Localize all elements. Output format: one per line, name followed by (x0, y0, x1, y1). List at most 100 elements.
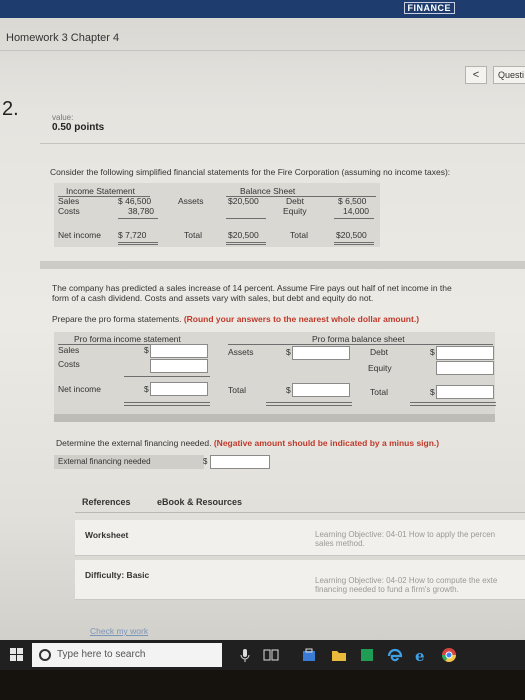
pf-ta-double-rule-2 (266, 405, 352, 406)
svg-text:e: e (415, 647, 425, 664)
pf-net-income-input[interactable] (150, 382, 208, 396)
pf-debt-currency: $ (430, 347, 435, 357)
question-menu-button[interactable]: Questi (493, 66, 525, 84)
pf-costs-underline (124, 376, 210, 377)
total-liabilities-label: Total (290, 230, 308, 240)
pf-total-liab-currency: $ (430, 387, 435, 397)
debt-value: $ 6,500 (338, 196, 367, 206)
assignment-title: Homework 3 Chapter 4 (6, 32, 120, 44)
question-number: 2. (2, 98, 19, 120)
pf-equity-input[interactable] (436, 361, 494, 375)
tab-ebook-resources[interactable]: eBook & Resources (157, 497, 242, 507)
income-statement-title: Income Statement (66, 186, 135, 196)
store-icon[interactable] (300, 646, 318, 664)
equity-label: Equity (283, 206, 307, 216)
assets-double-rule-2 (226, 244, 266, 245)
costs-underline (118, 218, 158, 219)
check-my-work-link[interactable]: Check my work (90, 626, 148, 636)
given-statements-table: Income Statement Balance Sheet Sales $ 4… (54, 183, 380, 247)
efn-note: (Negative amount should be indicated by … (213, 438, 440, 448)
efn-question-main: Determine the external financing needed. (56, 438, 212, 448)
instruction-text: Prepare the pro forma statements. (Round… (52, 314, 419, 324)
assets-underline (226, 218, 266, 219)
reference-objective-line-1: Learning Objective: 04-01 How to apply t… (315, 530, 496, 539)
pf-assets-currency: $ (286, 347, 291, 357)
liab-double-rule-2 (334, 244, 374, 245)
equity-value: 14,000 (343, 206, 369, 216)
reference-worksheet[interactable]: Worksheet Learning Objective: 04-01 How … (75, 520, 525, 556)
assets-double-rule (226, 242, 266, 243)
net-income-double-rule (118, 242, 158, 243)
pf-tl-double-rule-2 (410, 405, 496, 406)
reference-difficulty[interactable]: Difficulty: Basic Learning Objective: 04… (75, 560, 525, 600)
pro-forma-balance-title: Pro forma balance sheet (312, 334, 405, 344)
question-intro: Consider the following simplified financ… (50, 167, 451, 177)
question-divider (40, 143, 525, 144)
edge-browser-icon[interactable] (386, 646, 404, 664)
previous-question-button[interactable]: < (465, 66, 487, 84)
pf-debt-input[interactable] (436, 346, 494, 360)
instruction-note: (Round your answers to the nearest whole… (183, 314, 420, 324)
pf-ni-double-rule (124, 402, 210, 403)
pf-ni-double-rule-2 (124, 405, 210, 406)
efn-currency: $ (203, 457, 208, 466)
brand-label: FINANCE (403, 2, 455, 14)
pf-equity-label: Equity (368, 363, 392, 373)
reference-objective-line-2: sales method. (315, 539, 365, 548)
pf-sales-label: Sales (58, 345, 80, 355)
tabs-divider (75, 512, 525, 513)
debt-label: Debt (286, 196, 304, 206)
microphone-icon[interactable] (236, 646, 254, 664)
reference-title: Worksheet (85, 530, 129, 540)
pf-total-assets-input[interactable] (292, 383, 350, 397)
net-income-label: Net income (58, 230, 101, 240)
pf-total-assets-label: Total (228, 385, 246, 395)
pf-debt-label: Debt (370, 347, 388, 357)
total-liabilities-value: $20,500 (336, 230, 367, 240)
costs-value: 38,780 (128, 206, 154, 216)
reference-title: Difficulty: Basic (85, 570, 150, 580)
chrome-icon[interactable] (440, 646, 458, 664)
pf-costs-label: Costs (58, 359, 80, 369)
value-label: value: (52, 113, 74, 122)
reference-objective-line-2: financing needed to fund a firm's growth… (315, 585, 459, 594)
section-separator (40, 261, 525, 269)
cortana-circle-icon (39, 649, 51, 661)
internet-explorer-icon[interactable]: e (412, 646, 430, 664)
pf-total-liab-label: Total (370, 387, 388, 397)
pf-total-assets-currency: $ (286, 385, 291, 395)
header-divider (0, 50, 525, 51)
pf-net-income-label: Net income (58, 384, 101, 394)
pro-forma-income-title: Pro forma income statement (74, 334, 181, 344)
sales-label: Sales (58, 196, 80, 206)
top-brand-bar: FINANCE (0, 0, 525, 18)
file-explorer-icon[interactable] (330, 646, 348, 664)
tab-references[interactable]: References (82, 497, 131, 507)
windows-start-icon[interactable] (10, 648, 24, 662)
reference-objective-line-1: Learning Objective: 04-02 How to compute… (315, 576, 498, 585)
taskbar-search[interactable]: Type here to search (32, 643, 222, 667)
total-assets-label: Total (184, 230, 202, 240)
pf-costs-input[interactable] (150, 359, 208, 373)
net-income-value: $ 7,720 (118, 230, 147, 240)
efn-input[interactable] (210, 455, 270, 469)
browser-content: FINANCE Homework 3 Chapter 4 < Questi 2.… (0, 0, 525, 640)
pf-assets-input[interactable] (292, 346, 350, 360)
scenario-line-2: form of a cash dividend. Costs and asset… (52, 293, 374, 303)
pro-forma-panel: Pro forma income statement Pro forma bal… (54, 332, 496, 414)
pf-sales-input[interactable] (150, 344, 208, 358)
assets-label: Assets (178, 196, 204, 206)
sales-value: $ 46,500 (118, 196, 152, 206)
total-assets-value: $20,500 (228, 230, 259, 240)
efn-label: External financing needed (54, 455, 204, 469)
taskbar-strip: Type here to search e (0, 640, 525, 670)
taskbar-search-placeholder: Type here to search (57, 649, 146, 660)
balance-sheet-title: Balance Sheet (240, 186, 296, 196)
scenario-line-1: The company has predicted a sales increa… (52, 283, 452, 293)
pf-tl-double-rule (410, 402, 496, 403)
photos-icon[interactable] (358, 646, 376, 664)
task-view-icon[interactable] (262, 646, 280, 664)
efn-question: Determine the external financing needed.… (56, 438, 439, 448)
pf-total-liab-input[interactable] (436, 385, 494, 399)
liab-double-rule (334, 242, 374, 243)
